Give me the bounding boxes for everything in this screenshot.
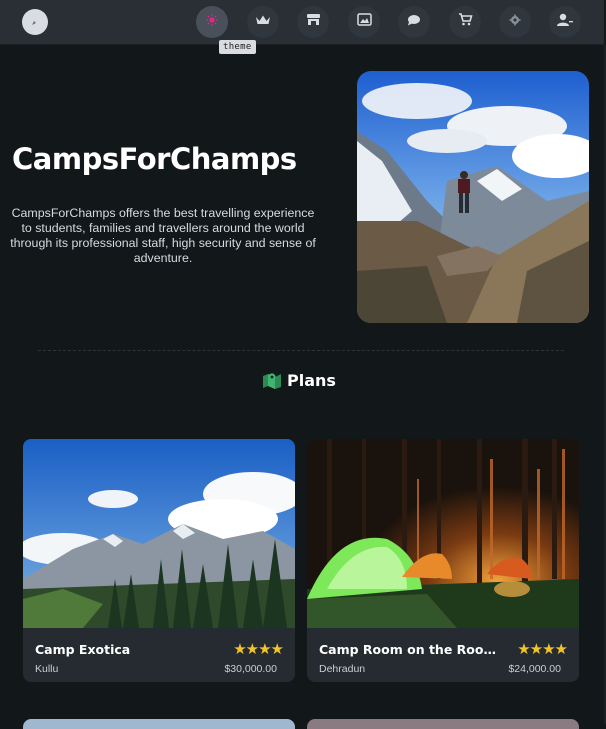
gallery-button[interactable] <box>348 6 380 38</box>
cart-icon <box>458 13 473 31</box>
plan-card-price: $24,000.00 <box>508 663 561 675</box>
theme-tooltip: theme <box>219 40 256 54</box>
store-icon <box>306 13 321 31</box>
hero-title: CampsForChamps <box>12 142 297 176</box>
theme-icon <box>206 13 218 31</box>
settings-button[interactable] <box>499 6 531 38</box>
plans-heading-label: Plans <box>287 370 336 390</box>
plan-card-camp-room-on-the-roof[interactable]: Camp Room on the Roof, Dehradun ★★★★ Deh… <box>307 439 579 682</box>
rating-stars: ★★★★ <box>517 641 568 658</box>
rating-stars: ★★★★ <box>233 641 284 658</box>
plan-card-peek <box>23 719 295 729</box>
cart-button[interactable] <box>449 6 481 38</box>
plan-card-price: $30,000.00 <box>224 663 277 675</box>
hero-description: CampsForChamps offers the best travellin… <box>10 206 316 265</box>
premium-button[interactable] <box>247 6 279 38</box>
plan-card-image <box>307 439 579 628</box>
plans-heading: Plans <box>262 369 336 391</box>
hero-hiker-image <box>357 71 589 323</box>
store-button[interactable] <box>297 6 329 38</box>
plan-card-location: Dehradun <box>319 663 366 675</box>
settings-icon <box>509 13 521 31</box>
plan-card-title: Camp Exotica <box>35 642 131 657</box>
plan-card-peek <box>307 719 579 729</box>
plan-card-image <box>23 439 295 628</box>
chat-button[interactable] <box>398 6 430 38</box>
chat-icon <box>407 13 421 31</box>
compass-logo-icon[interactable] <box>22 9 48 35</box>
plan-card-title: Camp Room on the Roof, Dehradun <box>319 642 499 657</box>
top-nav <box>0 0 604 45</box>
user-menu-button[interactable] <box>549 6 581 38</box>
user-menu-icon <box>556 13 574 32</box>
theme-button[interactable] <box>196 6 228 38</box>
plan-card-camp-exotica[interactable]: Camp Exotica ★★★★ Kullu $30,000.00 <box>23 439 295 682</box>
crown-icon <box>255 13 271 31</box>
plan-card-location: Kullu <box>35 663 59 675</box>
gallery-icon <box>356 13 372 31</box>
map-marker-icon <box>262 371 282 389</box>
section-divider <box>38 350 564 351</box>
